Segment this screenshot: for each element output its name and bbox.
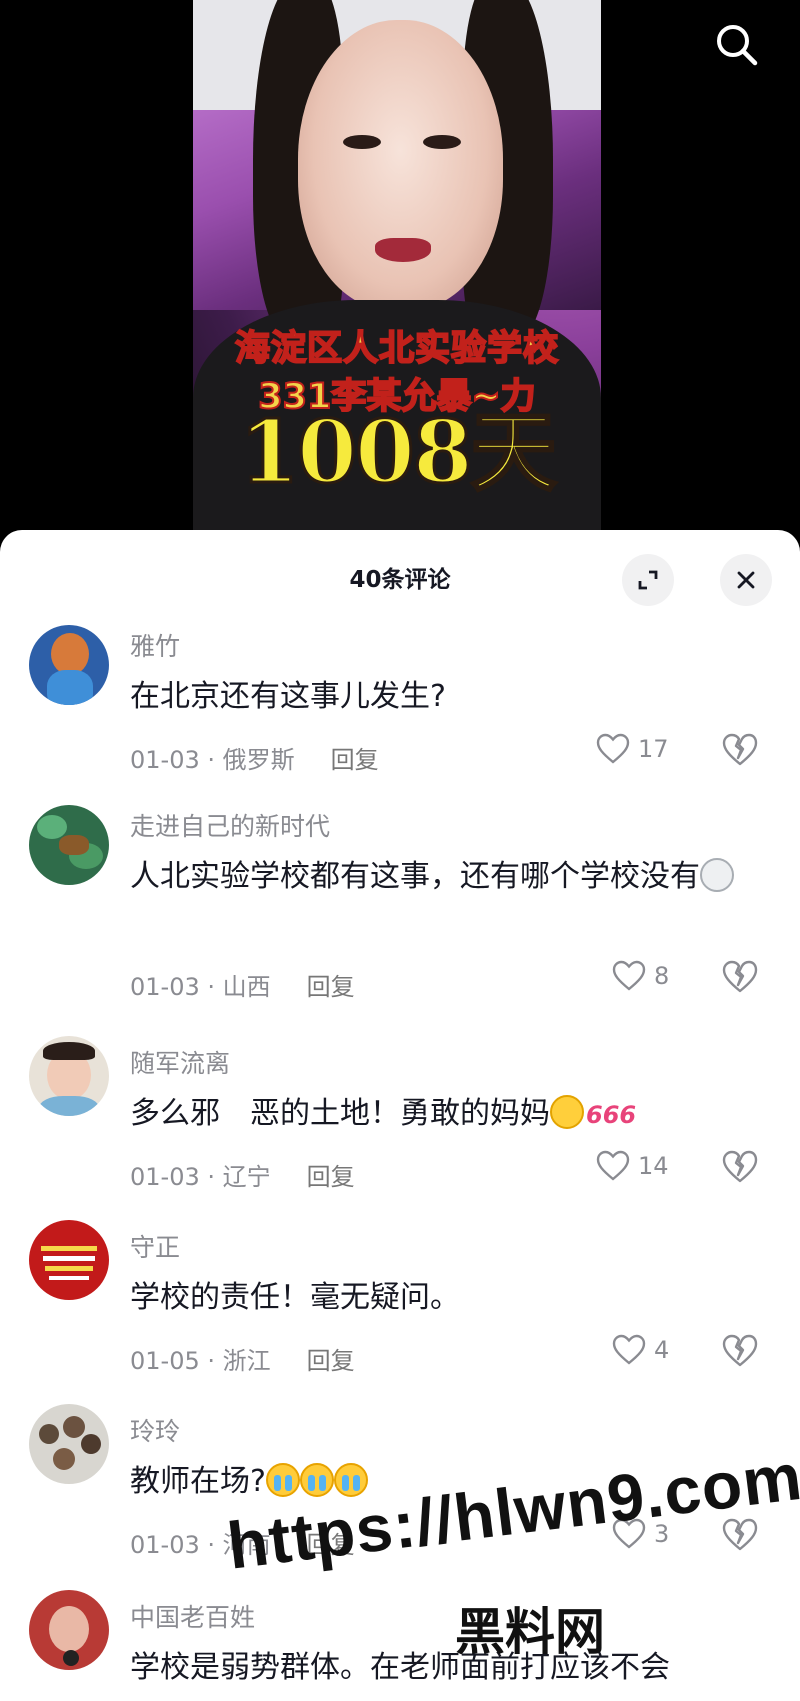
- broken-heart-icon: [722, 1150, 758, 1183]
- video-frame[interactable]: 海淀区人北实验学校 331李某允暴~力 1008天: [193, 0, 601, 545]
- reply-button[interactable]: 回复: [331, 746, 379, 774]
- like-count: 17: [638, 735, 669, 763]
- watermark-site-name: 黑料网: [455, 1603, 605, 1661]
- comment-text: 人北实验学校都有这事，还有哪个学校没有: [130, 853, 750, 901]
- comment-date-location: 01-03 · 辽宁: [130, 1163, 271, 1191]
- dislike-button[interactable]: [722, 733, 758, 769]
- video-player[interactable]: 海淀区人北实验学校 331李某允暴~力 1008天: [0, 0, 800, 545]
- comment-date-location: 01-05 · 浙江: [130, 1347, 271, 1375]
- crying-emoji-icon: [265, 1462, 300, 1497]
- comment-count-title: 40条评论: [349, 567, 451, 593]
- comment-username[interactable]: 随军流离: [130, 1044, 230, 1080]
- avatar[interactable]: [29, 1404, 109, 1484]
- avatar[interactable]: [29, 1036, 109, 1116]
- comment-text: 学校是弱势群体。在老师面前打应该不会: [130, 1650, 670, 1685]
- video-caption-days: 1008天: [238, 402, 558, 503]
- like-button[interactable]: 4: [612, 1334, 669, 1366]
- comment-date-location: 01-03 · 俄罗斯: [130, 746, 295, 774]
- avatar[interactable]: [29, 1220, 109, 1300]
- avatar[interactable]: [29, 625, 109, 705]
- broken-heart-icon: [722, 1334, 758, 1367]
- broken-heart-icon: [722, 1518, 758, 1551]
- avatar[interactable]: [29, 1590, 109, 1670]
- like-count: 8: [654, 962, 670, 990]
- heart-icon: [612, 1334, 646, 1365]
- reply-button[interactable]: 回复: [307, 973, 355, 1001]
- search-icon[interactable]: [712, 20, 762, 70]
- like-button[interactable]: 8: [612, 960, 669, 992]
- comment-username[interactable]: 雅竹: [130, 627, 180, 663]
- 666-emoji-icon: [550, 1094, 584, 1129]
- comment-text: 多么邪 恶的土地！勇敢的妈妈 666: [130, 1094, 637, 1131]
- like-count: 14: [638, 1152, 669, 1180]
- comment-text: 学校的责任！毫无疑问。: [130, 1280, 460, 1315]
- shocked-emoji-icon: [700, 857, 734, 892]
- expand-button[interactable]: [622, 554, 674, 606]
- video-caption-line1: 海淀区人北实验学校: [234, 328, 559, 370]
- comment-date-location: 01-03 · 山西: [130, 973, 271, 1001]
- reply-button[interactable]: 回复: [307, 1347, 355, 1375]
- comment-username[interactable]: 走进自己的新时代: [130, 807, 330, 843]
- close-icon: [737, 571, 755, 589]
- crying-emoji-icon: [299, 1462, 334, 1497]
- reply-button[interactable]: 回复: [307, 1163, 355, 1191]
- comment-username[interactable]: 中国老百姓: [130, 1598, 255, 1634]
- avatar[interactable]: [29, 805, 109, 885]
- broken-heart-icon: [722, 733, 758, 766]
- heart-icon: [596, 733, 630, 764]
- close-button[interactable]: [720, 554, 772, 606]
- like-count: 4: [654, 1336, 670, 1364]
- dislike-button[interactable]: [722, 1518, 758, 1554]
- dislike-button[interactable]: [722, 1150, 758, 1186]
- comment-username[interactable]: 守正: [130, 1228, 180, 1264]
- like-button[interactable]: 17: [596, 733, 669, 765]
- speaker-face: [298, 20, 503, 310]
- broken-heart-icon: [722, 960, 758, 993]
- like-button[interactable]: 14: [596, 1150, 669, 1182]
- comment-username[interactable]: 玲玲: [130, 1412, 180, 1448]
- comment-text: 在北京还有这事儿发生?: [130, 679, 446, 714]
- dislike-button[interactable]: [722, 1334, 758, 1370]
- expand-icon: [638, 570, 658, 590]
- dislike-button[interactable]: [722, 960, 758, 996]
- heart-icon: [596, 1150, 630, 1181]
- heart-icon: [612, 960, 646, 991]
